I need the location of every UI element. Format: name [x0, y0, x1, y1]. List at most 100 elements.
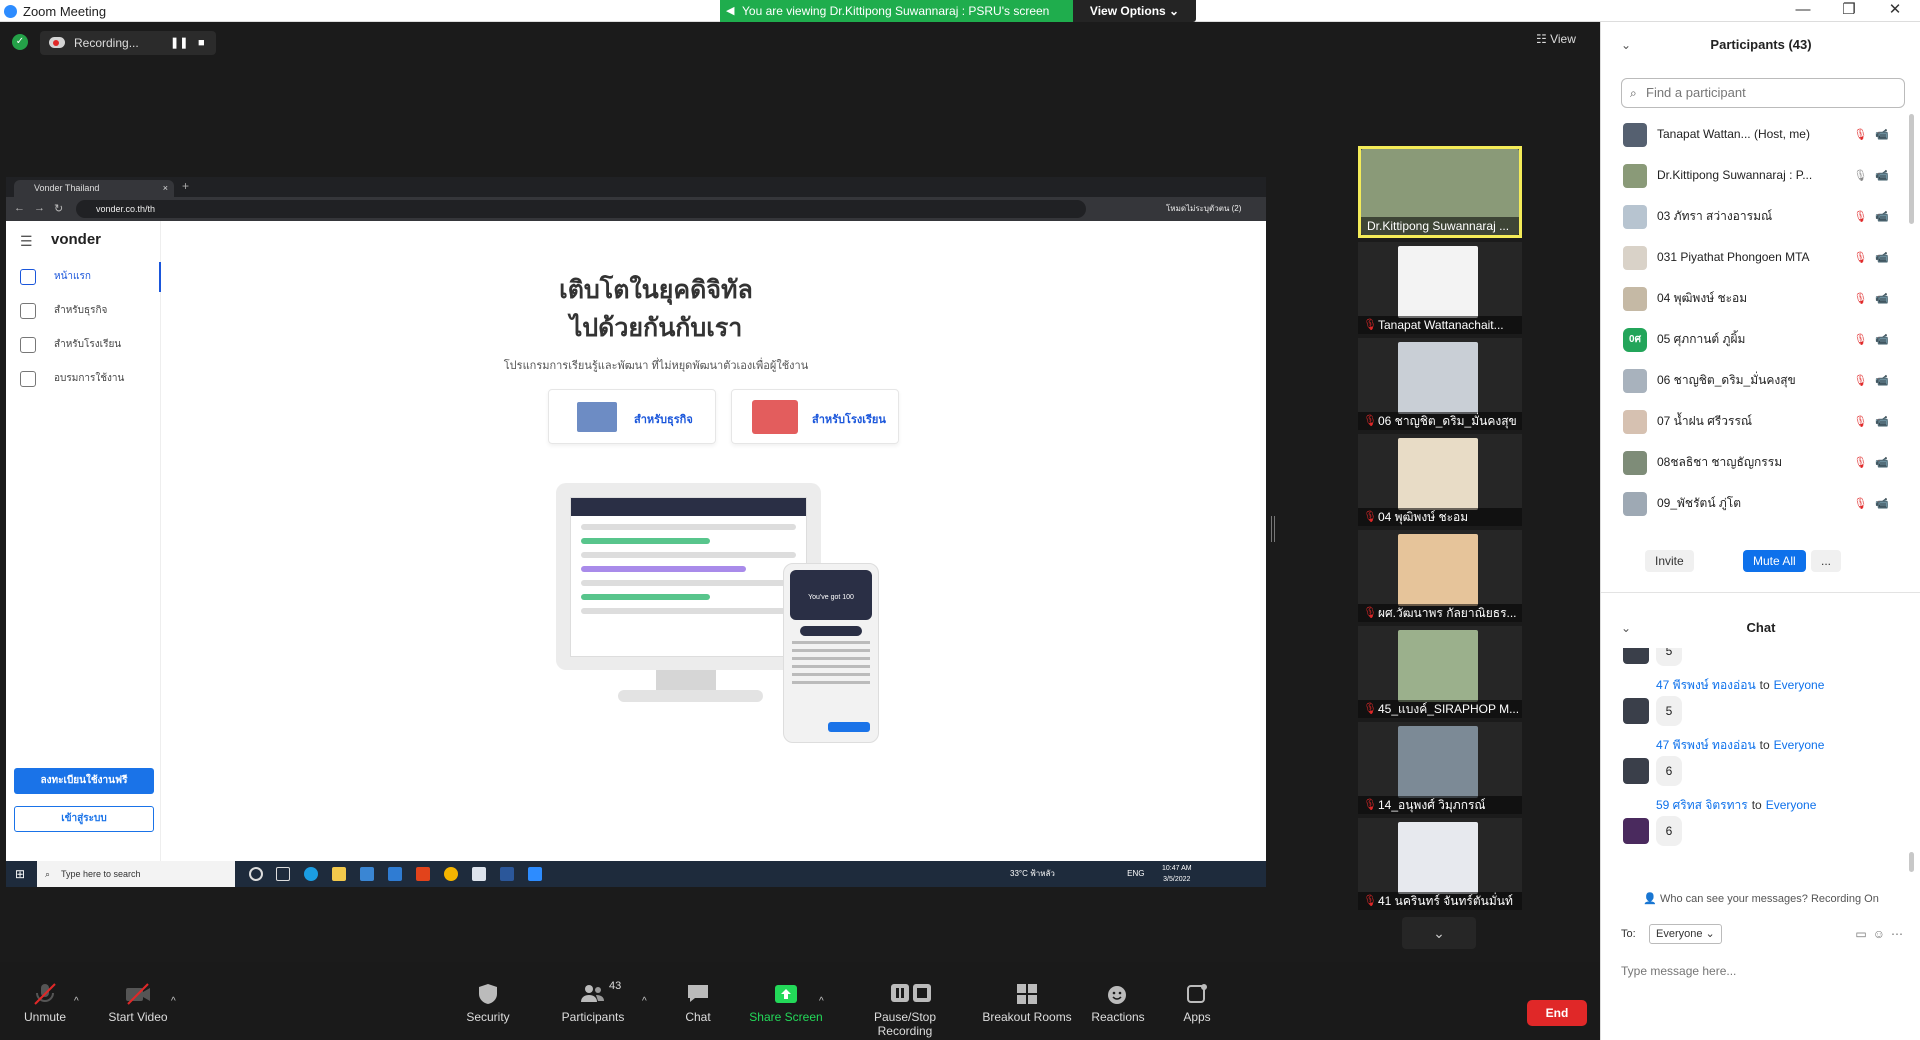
- mail-icon[interactable]: [388, 867, 402, 881]
- video-tile[interactable]: 04 พุฒิพงษ์ ชะอม 🎙: [1358, 434, 1522, 526]
- gallery-view-button[interactable]: ☷ View: [1536, 32, 1576, 46]
- mic-video-muted-icons[interactable]: 🎙📹: [1853, 456, 1897, 469]
- participant-row[interactable]: 04 พุฒิพงษ์ ชะอม 🎙📹: [1601, 278, 1907, 319]
- address-bar[interactable]: vonder.co.th/th: [76, 200, 1086, 218]
- chat-message-sender[interactable]: 47 พีรพงษ์ ทองอ่อน to Everyone: [1656, 736, 1824, 755]
- more-options-button[interactable]: ...: [1811, 550, 1842, 572]
- chat-button[interactable]: Chat: [648, 982, 748, 1024]
- participants-collapse-icon[interactable]: ⌄: [1621, 22, 1631, 68]
- vonder-logo[interactable]: vonder: [51, 231, 101, 248]
- who-can-see-messages[interactable]: 👤 Who can see your messages? Recording O…: [1601, 892, 1920, 905]
- mic-video-muted-icons[interactable]: 🎙📹: [1853, 210, 1897, 223]
- video-tile[interactable]: ผศ.วัฒนาพร กัลยาณิยธร... 🎙: [1358, 530, 1522, 622]
- video-tile[interactable]: 45_แบงค์_SIRAPHOP M... 🎙: [1358, 626, 1522, 718]
- participants-button[interactable]: 43 Participants: [543, 980, 643, 1024]
- task-view-icon[interactable]: [276, 867, 290, 881]
- participants-options-caret[interactable]: ^: [642, 996, 647, 1007]
- minimize-button[interactable]: —: [1780, 0, 1826, 22]
- notepad-icon[interactable]: [472, 867, 486, 881]
- taskbar-clock[interactable]: 10:47 AM 3/5/2022: [1162, 863, 1192, 885]
- encryption-shield-icon[interactable]: ✓: [12, 34, 28, 50]
- gallery-scroll-down-button[interactable]: ⌄: [1402, 917, 1476, 949]
- video-tile[interactable]: 14_อนุพงศ์ วิมุภกรณ์ 🎙: [1358, 722, 1522, 814]
- store-icon[interactable]: [360, 867, 374, 881]
- participant-search-input[interactable]: ⌕ Find a participant: [1621, 78, 1905, 108]
- mic-video-muted-icons[interactable]: 🎙📹: [1853, 374, 1897, 387]
- mic-video-muted-icons[interactable]: 🎙📹: [1853, 251, 1897, 264]
- chat-scrollbar[interactable]: [1909, 852, 1914, 872]
- new-tab-icon[interactable]: +: [182, 179, 189, 193]
- chat-message-sender[interactable]: 47 พีรพงษ์ ทองอ่อน to Everyone: [1656, 676, 1824, 695]
- invite-button[interactable]: Invite: [1645, 550, 1694, 572]
- video-tile[interactable]: 41 นครินทร์ จันทร์ตันมั่นท์ 🎙: [1358, 818, 1522, 910]
- file-explorer-icon[interactable]: [332, 867, 346, 881]
- login-button[interactable]: เข้าสู่ระบบ: [14, 806, 154, 832]
- participant-row[interactable]: 031 Piyathat Phongoen MTA 🎙📹: [1601, 237, 1907, 278]
- pause-recording-button[interactable]: ❚❚: [170, 31, 188, 55]
- nav-school[interactable]: สำหรับโรงเรียน: [6, 330, 161, 360]
- stop-recording-button[interactable]: ■: [198, 31, 205, 55]
- end-meeting-button[interactable]: End: [1527, 1000, 1587, 1026]
- word-icon[interactable]: [500, 867, 514, 881]
- participant-row[interactable]: 07 น้ำฝน ศรีวรรณ์ 🎙📹: [1601, 401, 1907, 442]
- business-card[interactable]: สำหรับธุรกิจ: [548, 389, 716, 444]
- chat-more-icon[interactable]: ⋯: [1891, 927, 1909, 941]
- language-indicator[interactable]: ENG: [1127, 869, 1144, 878]
- nav-business[interactable]: สำหรับธุรกิจ: [6, 296, 161, 326]
- browser-tab[interactable]: Vonder Thailand ×: [14, 180, 174, 197]
- tab-close-icon[interactable]: ×: [163, 180, 168, 197]
- mic-video-muted-icons[interactable]: 🎙📹: [1853, 292, 1897, 305]
- chat-message-sender[interactable]: 59 ศริทส จิตรทาร to Everyone: [1656, 796, 1816, 815]
- unmute-button[interactable]: Unmute: [0, 982, 95, 1024]
- reload-icon[interactable]: ↻: [54, 202, 63, 215]
- breakout-rooms-button[interactable]: Breakout Rooms: [977, 982, 1077, 1024]
- view-options-button[interactable]: View Options ⌄: [1073, 0, 1196, 22]
- forward-icon[interactable]: →: [34, 202, 45, 214]
- resize-splitter[interactable]: [1271, 516, 1275, 542]
- maximize-button[interactable]: ❐: [1826, 0, 1872, 22]
- nav-training[interactable]: อบรมการใช้งาน: [6, 364, 161, 394]
- apps-button[interactable]: Apps: [1147, 982, 1247, 1024]
- mic-video-muted-icons[interactable]: 🎙📹: [1853, 497, 1897, 510]
- video-tile[interactable]: 06 ชาญชิต_ดริม_มั่นคงสุข 🎙: [1358, 338, 1522, 430]
- windows-start-icon[interactable]: ⊞: [15, 867, 25, 881]
- participant-row[interactable]: 03 ภัทรา สว่างอารมณ์ 🎙📹: [1601, 196, 1907, 237]
- close-window-button[interactable]: ✕: [1872, 0, 1918, 22]
- chat-collapse-icon[interactable]: ⌄: [1621, 608, 1631, 648]
- participant-row[interactable]: 08ชลธิชา ชาญธัญกรรม 🎙📹: [1601, 442, 1907, 483]
- pause-stop-recording-button[interactable]: Pause/Stop Recording: [855, 982, 955, 1038]
- participant-list-scrollbar[interactable]: [1909, 114, 1914, 224]
- nav-home[interactable]: หน้าแรก: [6, 262, 161, 292]
- taskbar-search[interactable]: ⌕ Type here to search: [37, 861, 235, 887]
- hamburger-menu-icon[interactable]: ☰: [20, 233, 33, 250]
- office-icon[interactable]: [416, 867, 430, 881]
- incognito-profile[interactable]: โหมดไม่ระบุตัวตน (2): [1166, 200, 1241, 218]
- mute-all-button[interactable]: Mute All: [1743, 550, 1806, 572]
- participant-row[interactable]: Tanapat Wattan... (Host, me) 🎙📹: [1601, 114, 1907, 155]
- mic-video-muted-icons[interactable]: 🎙📹: [1853, 333, 1897, 346]
- participant-row[interactable]: 06 ชาญชิต_ดริม_มั่นคงสุข 🎙📹: [1601, 360, 1907, 401]
- edge-icon[interactable]: [304, 867, 318, 881]
- video-options-caret[interactable]: ^: [171, 996, 176, 1007]
- participant-row[interactable]: Dr.Kittipong Suwannaraj : P... 🎙📹: [1601, 155, 1907, 196]
- emoji-icon[interactable]: ☺: [1873, 927, 1891, 941]
- share-options-caret[interactable]: ^: [819, 996, 824, 1007]
- mic-video-muted-icons[interactable]: 🎙📹: [1853, 415, 1897, 428]
- chat-message-input[interactable]: [1621, 959, 1901, 983]
- video-tile[interactable]: Dr.Kittipong Suwannaraj ...: [1358, 146, 1522, 238]
- video-tile[interactable]: Tanapat Wattanachait... 🎙: [1358, 242, 1522, 334]
- back-icon[interactable]: ←: [14, 202, 25, 214]
- audio-options-caret[interactable]: ^: [74, 996, 79, 1007]
- participant-row[interactable]: 0ศ 05 ศุภกานต์ ภูผิ้ม 🎙📹: [1601, 319, 1907, 360]
- mic-video-on-icons[interactable]: 🎙📹: [1853, 169, 1897, 182]
- school-card[interactable]: สำหรับโรงเรียน: [731, 389, 899, 444]
- recipient-dropdown[interactable]: Everyone ⌄: [1649, 924, 1722, 944]
- file-icon[interactable]: ▭: [1855, 927, 1872, 941]
- zoom-taskbar-icon[interactable]: [528, 867, 542, 881]
- chrome-icon[interactable]: [444, 867, 458, 881]
- mic-video-muted-icons[interactable]: 🎙📹: [1853, 128, 1897, 141]
- cortana-icon[interactable]: [249, 867, 263, 881]
- security-button[interactable]: Security: [438, 982, 538, 1024]
- register-free-button[interactable]: ลงทะเบียนใช้งานฟรี: [14, 768, 154, 794]
- participant-row[interactable]: 09_พัชรัตน์ ภู่โต 🎙📹: [1601, 483, 1907, 524]
